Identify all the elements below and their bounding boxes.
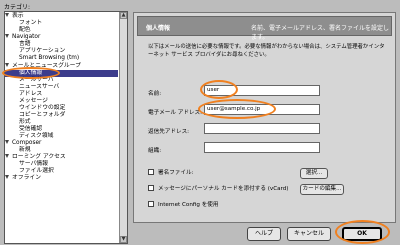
tree-item-label: メッセージ [19,98,48,104]
tree-item-label: 個人情報 [19,70,43,76]
checkbox-icon[interactable] [148,169,154,175]
tree-item-label: Composer [12,140,42,146]
tree-item-new-page[interactable]: 新規 [5,147,118,154]
tree-item-label: Smart Browsing (tm) [19,55,80,61]
tree-item-return-receipts[interactable]: 受信確認 [5,126,118,133]
internet-config-checkbox[interactable]: Internet Config を使用 [148,201,219,209]
tree-item-label: フォント [19,20,43,26]
tree-item-mail-server[interactable]: メールサーバ [5,77,118,84]
tree-item-label: ファイル選択 [19,168,54,174]
edit-card-button[interactable]: カードの編集... [300,184,344,195]
intro-text: 以下はメールの送信に必要な情報です。必要な情報がわからない場合は、システム管理者… [148,44,385,58]
checkbox-label: メッセージにパーソナル カードを添付する (vCard) [158,186,289,192]
cancel-button[interactable]: キャンセル [287,227,331,241]
category-tree[interactable]: 表示 フォント 配色 Navigator 言語 アプリケーション Smart B… [4,11,128,244]
tree-item-display[interactable]: 表示 [5,13,118,20]
panel-title: 個人情報 [146,25,171,32]
tree-item-smart-browsing[interactable]: Smart Browsing (tm) [5,55,118,62]
tree-item-news-server[interactable]: ニュースサーバ [5,84,118,91]
disclosure-triangle-icon[interactable] [5,13,9,17]
tree-item-label: 受信確認 [19,126,43,132]
tree-item-label: メールサーバ [19,77,54,83]
scroll-up-icon[interactable]: ▲ [120,12,127,19]
tree-item-navigator[interactable]: Navigator [5,34,118,41]
sidebar-scrollbar[interactable]: ▲ ▼ [119,12,127,243]
choose-button[interactable]: 選択... [300,168,328,179]
email-label: 電子メール アドレス: [148,110,203,116]
tree-item-label: アプリケーション [19,48,66,54]
reply-to-label: 返信先アドレス: [148,129,190,135]
tree-item-label: アドレス [19,91,43,97]
checkbox-icon[interactable] [148,201,154,207]
tree-item-label: ローミング アクセス [12,154,66,160]
tree-item-label: Navigator [12,34,41,40]
name-field[interactable]: user [204,85,320,96]
tree-item-colors[interactable]: 配色 [5,27,118,34]
tree-item-mail-news[interactable]: メールとニュースグループ [5,63,118,70]
checkbox-label: Internet Config を使用 [158,202,219,208]
tree-item-label: サーバ情報 [19,161,48,167]
tree-item-label: 配色 [19,27,31,33]
disclosure-triangle-icon[interactable] [5,63,9,67]
disclosure-triangle-icon[interactable] [5,175,9,179]
checkbox-icon[interactable] [148,185,154,191]
ok-button[interactable]: OK [342,227,382,241]
tree-item-disk-space[interactable]: ディスク領域 [5,133,118,140]
organization-field[interactable] [204,142,320,153]
category-label: カテゴリ: [4,4,31,11]
tree-item-offline[interactable]: オフライン [5,175,118,182]
tree-item-copies-folders[interactable]: コピーとフォルダ [5,112,118,119]
tree-item-window-settings[interactable]: ウインドウの設定 [5,105,118,112]
tree-item-label: 形式 [19,119,31,125]
tree-item-label: コピーとフォルダ [19,112,66,118]
tree-item-label: ニュースサーバ [19,84,60,90]
tree-item-font[interactable]: フォント [5,20,118,27]
identity-panel: 個人情報 名前、電子メールアドレス、署名ファイルを設定します。 以下はメールの送… [133,12,396,223]
email-field[interactable]: user@sample.co.jp [204,104,320,115]
tree-item-composer[interactable]: Composer [5,140,118,147]
tree-item-formatting[interactable]: 形式 [5,119,118,126]
tree-item-label: 言語 [19,41,31,47]
scroll-down-icon[interactable]: ▼ [120,236,127,243]
tree-item-identity[interactable]: 個人情報 [5,70,118,77]
tree-item-language[interactable]: 言語 [5,41,118,48]
panel-description: 名前、電子メールアドレス、署名ファイルを設定します。 [251,25,390,41]
tree-item-label: オフライン [12,175,41,181]
disclosure-triangle-icon[interactable] [5,34,9,38]
reply-to-field[interactable] [204,123,320,134]
help-button[interactable]: ヘルプ [247,227,281,241]
panel-header: 個人情報 名前、電子メールアドレス、署名ファイルを設定します。 [137,16,392,41]
tree-item-label: 表示 [12,13,24,19]
tree-item-item-selection[interactable]: ファイル選択 [5,168,118,175]
tree-item-label: ウインドウの設定 [19,105,66,111]
tree-item-label: 新規 [19,147,31,153]
tree-item-messages[interactable]: メッセージ [5,98,118,105]
tree-item-addressing[interactable]: アドレス [5,91,118,98]
checkbox-label: 署名ファイル: [158,170,194,176]
tree-item-server-info[interactable]: サーバ情報 [5,161,118,168]
tree-item-label: ディスク領域 [19,133,54,139]
name-label: 名前: [148,91,162,97]
disclosure-triangle-icon[interactable] [5,154,9,158]
tree-item-label: メールとニュースグループ [12,63,81,69]
tree-item-applications[interactable]: アプリケーション [5,48,118,55]
signature-file-checkbox[interactable]: 署名ファイル: [148,169,193,177]
organization-label: 組織: [148,148,162,154]
disclosure-triangle-icon[interactable] [5,140,9,144]
tree-item-roaming-access[interactable]: ローミング アクセス [5,154,118,161]
vcard-checkbox[interactable]: メッセージにパーソナル カードを添付する (vCard) [148,185,289,193]
